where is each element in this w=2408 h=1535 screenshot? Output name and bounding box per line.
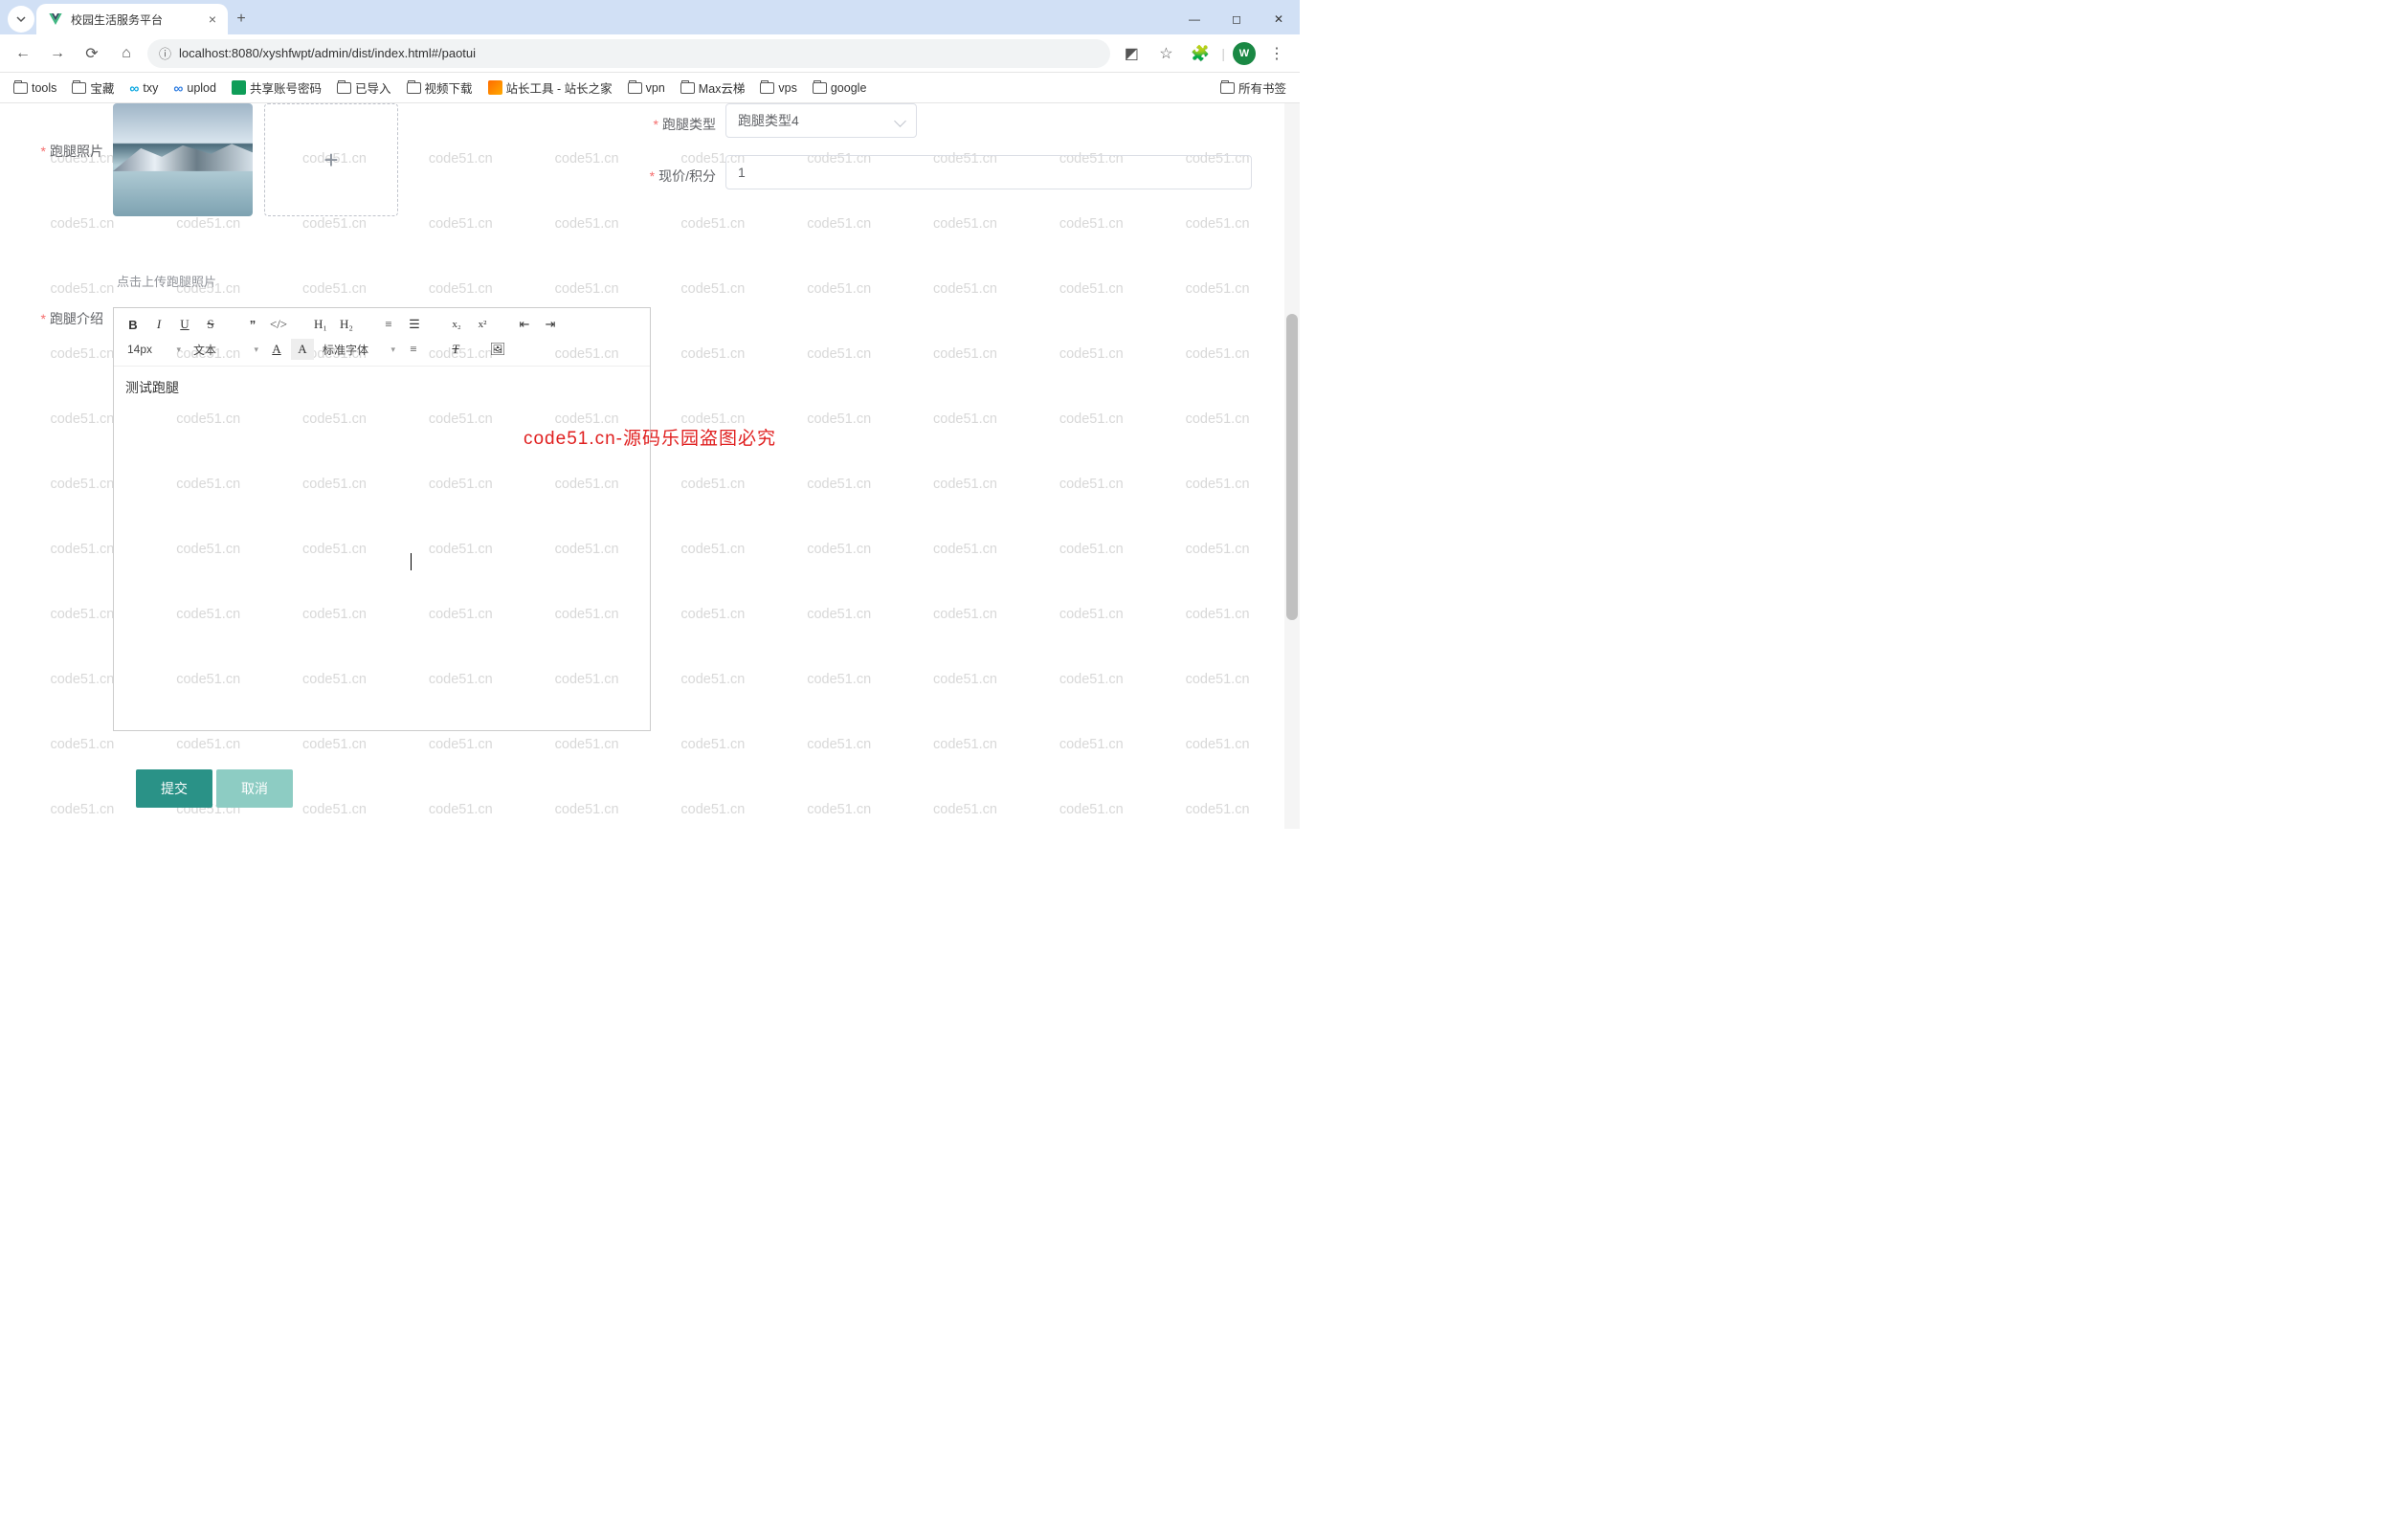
minimize-button[interactable]: — <box>1173 4 1215 34</box>
bg-color-button[interactable]: A <box>291 339 314 360</box>
url-text: localhost:8080/xyshfwpt/admin/dist/index… <box>179 46 476 60</box>
indent-button[interactable]: ⇥ <box>539 314 562 335</box>
form-actions: 提交 取消 <box>17 769 1282 808</box>
code-button[interactable]: </> <box>267 314 290 335</box>
reload-button[interactable]: ⟳ <box>78 40 105 67</box>
upload-hint: 点击上传跑腿照片 <box>117 272 630 290</box>
plus-icon: + <box>323 145 338 175</box>
text-color-button[interactable]: A <box>265 339 288 360</box>
new-tab-button[interactable]: + <box>228 4 255 34</box>
all-bookmarks[interactable]: 所有书签 <box>1220 78 1286 97</box>
font-family-select[interactable]: 标准字体 <box>317 339 399 360</box>
home-button[interactable]: ⌂ <box>113 40 140 67</box>
unordered-list-button[interactable]: ☰ <box>403 314 426 335</box>
forward-button[interactable]: → <box>44 40 71 67</box>
upload-button[interactable]: + <box>264 103 398 216</box>
lens-icon[interactable]: ◩ <box>1118 40 1145 67</box>
text-cursor-icon <box>411 553 412 570</box>
bookmark-vpn[interactable]: vpn <box>628 81 665 95</box>
cancel-button[interactable]: 取消 <box>216 769 293 808</box>
bold-button[interactable]: B <box>122 314 145 335</box>
underline-button[interactable]: U <box>173 314 196 335</box>
bookmark-star-icon[interactable]: ☆ <box>1152 40 1179 67</box>
blockquote-button[interactable]: ” <box>241 314 264 335</box>
bookmark-baozang[interactable]: 宝藏 <box>72 78 114 97</box>
bookmark-imported[interactable]: 已导入 <box>337 78 391 97</box>
tab-title: 校园生活服务平台 <box>71 11 201 28</box>
rich-text-editor: B I U S ” </> H₁ H₂ ≡ <box>113 307 651 731</box>
bookmark-txy[interactable]: ∞txy <box>129 80 158 96</box>
editor-toolbar: B I U S ” </> H₁ H₂ ≡ <box>114 308 650 367</box>
h2-button[interactable]: H₂ <box>335 314 358 335</box>
bookmark-uplod[interactable]: ∞uplod <box>173 80 216 96</box>
bookmark-shared-pwd[interactable]: 共享账号密码 <box>232 78 322 97</box>
subscript-button[interactable]: x₂ <box>445 314 468 335</box>
photo-label: 跑腿照片 <box>17 103 113 161</box>
type-select[interactable]: 跑腿类型4 <box>725 103 917 138</box>
browser-window: 校园生活服务平台 × + — ◻ ✕ ← → ⟳ ⌂ ⓘ localhost:8… <box>0 0 1300 829</box>
bookmark-zhanzhang[interactable]: 站长工具 - 站长之家 <box>488 78 613 97</box>
address-bar: ← → ⟳ ⌂ ⓘ localhost:8080/xyshfwpt/admin/… <box>0 34 1300 73</box>
italic-button[interactable]: I <box>147 314 170 335</box>
bookmark-tools[interactable]: tools <box>13 81 56 95</box>
form: 跑腿照片 + 点击上传跑腿照片 <box>0 103 1300 825</box>
vue-favicon-icon <box>48 11 63 27</box>
editor-text: 测试跑腿 <box>125 380 179 395</box>
bookmark-google[interactable]: google <box>813 81 867 95</box>
tab-history-button[interactable] <box>8 6 34 33</box>
bookmark-video-dl[interactable]: 视频下载 <box>407 78 473 97</box>
extensions-icon[interactable]: 🧩 <box>1187 40 1214 67</box>
chevron-down-icon <box>15 13 27 25</box>
ordered-list-button[interactable]: ≡ <box>377 314 400 335</box>
type-value: 跑腿类型4 <box>738 111 799 130</box>
price-input[interactable]: 1 <box>725 155 1252 189</box>
submit-button[interactable]: 提交 <box>136 769 212 808</box>
price-label: 现价/积分 <box>630 155 725 186</box>
editor-content-area[interactable]: 测试跑腿 <box>114 367 650 730</box>
browser-menu-icon[interactable]: ⋮ <box>1263 40 1290 67</box>
format-select[interactable]: 文本 <box>188 339 262 360</box>
bookmarks-bar: tools 宝藏 ∞txy ∞uplod 共享账号密码 已导入 视频下载 站长工… <box>0 73 1300 103</box>
font-size-select[interactable]: 14px <box>122 339 185 360</box>
h1-button[interactable]: H₁ <box>309 314 332 335</box>
page-content: code51.cncode51.cncode51.cncode51.cncode… <box>0 103 1300 829</box>
tab-close-icon[interactable]: × <box>209 11 216 27</box>
close-window-button[interactable]: ✕ <box>1258 4 1300 34</box>
outdent-button[interactable]: ⇤ <box>513 314 536 335</box>
browser-tab[interactable]: 校园生活服务平台 × <box>36 4 228 34</box>
back-button[interactable]: ← <box>10 40 36 67</box>
bookmark-vps[interactable]: vps <box>760 81 796 95</box>
price-value: 1 <box>738 165 746 180</box>
url-box[interactable]: ⓘ localhost:8080/xyshfwpt/admin/dist/ind… <box>147 39 1110 68</box>
superscript-button[interactable]: x² <box>471 314 494 335</box>
titlebar: 校园生活服务平台 × + — ◻ ✕ <box>0 0 1300 34</box>
photo-thumbnail[interactable] <box>113 103 253 216</box>
type-label: 跑腿类型 <box>630 103 725 134</box>
bookmark-max[interactable]: Max云梯 <box>680 78 746 97</box>
intro-label: 跑腿介绍 <box>17 307 113 328</box>
site-info-icon[interactable]: ⓘ <box>159 44 171 62</box>
watermark-banner: code51.cn-源码乐园盗图必究 <box>524 424 776 450</box>
profile-avatar[interactable]: W <box>1233 42 1256 65</box>
image-button[interactable]: 🖼 <box>486 339 509 360</box>
align-button[interactable]: ≡ <box>402 339 425 360</box>
strike-button[interactable]: S <box>199 314 222 335</box>
clear-format-button[interactable]: T <box>444 339 467 360</box>
maximize-button[interactable]: ◻ <box>1215 4 1258 34</box>
